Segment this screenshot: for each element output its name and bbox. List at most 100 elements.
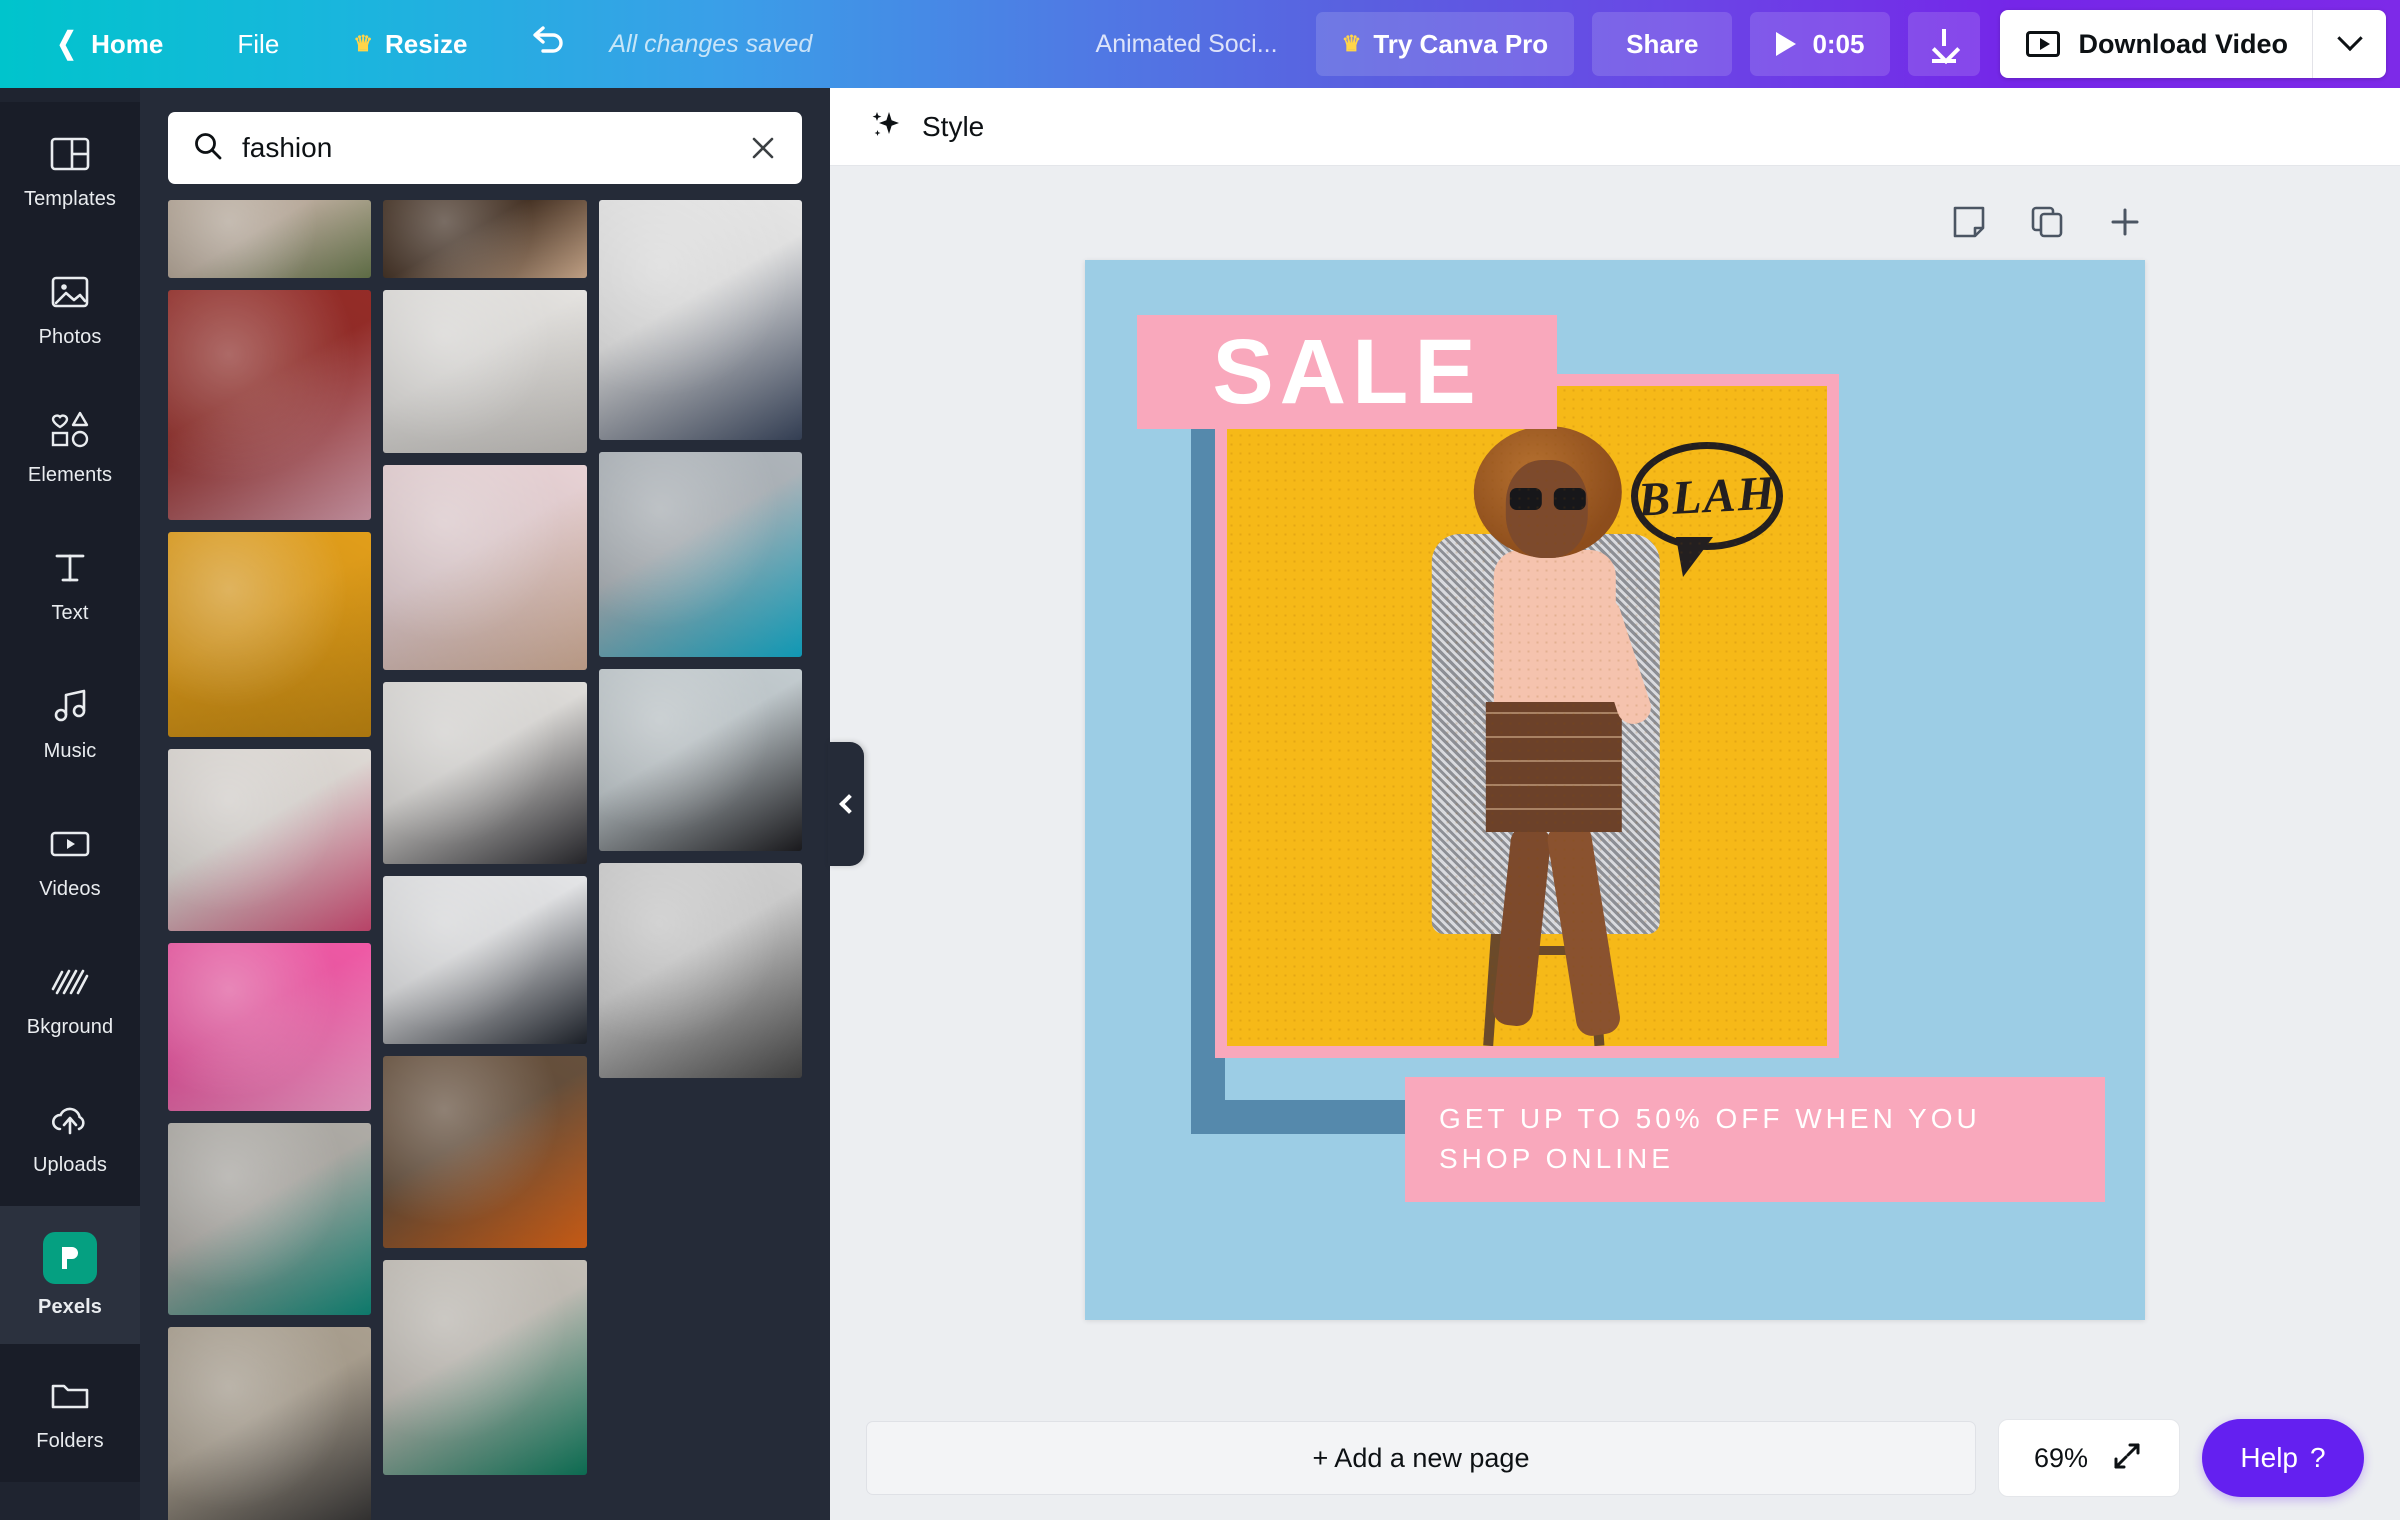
preview-play-button[interactable]: 0:05	[1750, 12, 1891, 76]
add-new-page-button[interactable]: + Add a new page	[866, 1421, 1976, 1495]
download-video-group: Download Video	[2000, 10, 2386, 78]
design-canvas[interactable]: BLAH SALE GET UP TO 50% OFF WHEN YOU SHO…	[1085, 260, 2145, 1320]
skirt-shape	[1485, 702, 1622, 832]
share-button[interactable]: Share	[1592, 12, 1733, 76]
music-icon	[48, 684, 92, 728]
canvas-area: BLAH SALE GET UP TO 50% OFF WHEN YOU SHO…	[830, 166, 2400, 1396]
photo-overlay	[168, 290, 372, 520]
sidebar-item-templates[interactable]: Templates	[0, 102, 140, 240]
expand-icon[interactable]	[2110, 1439, 2144, 1478]
sidebar-item-videos[interactable]: Videos	[0, 792, 140, 930]
pexels-icon	[43, 1231, 97, 1284]
photo-overlay	[168, 1123, 372, 1315]
bottom-bar: + Add a new page 69% Help ?	[830, 1396, 2400, 1520]
chevron-left-icon	[838, 794, 859, 814]
help-button[interactable]: Help ?	[2202, 1419, 2364, 1497]
photo-thumbnail[interactable]	[383, 290, 587, 453]
photo-thumbnail[interactable]	[168, 749, 372, 931]
sidebar-label: Folders	[36, 1429, 104, 1452]
promo-text: GET UP TO 50% OFF WHEN YOU SHOP ONLINE	[1439, 1102, 1981, 1175]
photo-overlay	[383, 876, 587, 1044]
style-button[interactable]: Style	[868, 106, 984, 147]
home-label: Home	[91, 28, 164, 59]
home-button[interactable]: ❮ Home	[34, 14, 183, 74]
sidebar-item-music[interactable]: Music	[0, 654, 140, 792]
search-area	[140, 88, 830, 200]
photo-thumbnail[interactable]	[168, 200, 372, 278]
sidebar-label: Uploads	[32, 1153, 108, 1176]
collapse-panel-button[interactable]	[828, 742, 864, 866]
photo-results-grid[interactable]	[140, 200, 830, 1520]
resize-button[interactable]: ♛ Resize	[333, 14, 487, 74]
sparkle-icon	[868, 106, 904, 147]
zoom-control[interactable]: 69%	[1998, 1419, 2180, 1497]
undo-button[interactable]	[515, 14, 583, 74]
sidebar-item-bkground[interactable]: Bkground	[0, 930, 140, 1068]
photo-thumbnail[interactable]	[383, 682, 587, 864]
file-menu-button[interactable]: File	[217, 14, 299, 74]
photo-thumbnail[interactable]	[168, 943, 372, 1111]
upload-cloud-icon	[48, 1098, 92, 1142]
download-icon-button[interactable]	[1908, 12, 1981, 76]
sidebar-item-pexels[interactable]: Pexels	[0, 1206, 140, 1344]
try-canva-pro-button[interactable]: ♛ Try Canva Pro	[1315, 12, 1575, 76]
sidebar-item-text[interactable]: Text	[0, 516, 140, 654]
photo-overlay	[383, 1260, 587, 1475]
speech-bubble[interactable]: BLAH	[1631, 442, 1783, 577]
search-icon	[192, 130, 224, 167]
search-input[interactable]	[242, 132, 728, 164]
file-label: File	[237, 28, 280, 59]
photo-thumbnail[interactable]	[383, 465, 587, 670]
download-options-dropdown[interactable]	[2312, 10, 2386, 78]
sidebar-item-elements[interactable]: Elements	[0, 378, 140, 516]
design-promo-banner[interactable]: GET UP TO 50% OFF WHEN YOU SHOP ONLINE	[1405, 1076, 2105, 1202]
sidebar-label: Pexels	[38, 1295, 102, 1318]
photo-column	[168, 200, 372, 1520]
sidebar-item-folders[interactable]: Folders	[0, 1344, 140, 1482]
background-icon	[48, 960, 92, 1004]
design-model-photo[interactable]: BLAH	[1227, 386, 1827, 1046]
add-page-label: + Add a new page	[1312, 1442, 1530, 1473]
play-icon	[1776, 32, 1797, 56]
save-status: All changes saved	[609, 29, 813, 58]
photo-thumbnail[interactable]	[383, 876, 587, 1044]
photo-thumbnail[interactable]	[383, 200, 587, 278]
photo-thumbnail[interactable]	[168, 1327, 372, 1520]
sidebar-item-uploads[interactable]: Uploads	[0, 1068, 140, 1206]
photo-thumbnail[interactable]	[383, 1056, 587, 1248]
crown-icon: ♛	[353, 31, 374, 56]
photo-overlay	[168, 943, 372, 1111]
copy-icon[interactable]	[2027, 202, 2067, 242]
search-box[interactable]	[168, 112, 802, 184]
chevron-left-icon: ❮	[56, 27, 77, 60]
photo-columns	[168, 200, 802, 1520]
design-sale-banner[interactable]: SALE	[1137, 315, 1557, 429]
sidebar-label: Videos	[39, 877, 101, 900]
download-video-label: Download Video	[2078, 28, 2288, 59]
sticky-note-icon[interactable]	[1949, 202, 1989, 242]
photo-overlay	[168, 200, 372, 278]
sunglasses-shape	[1509, 488, 1586, 510]
sidebar-item-photos[interactable]: Photos	[0, 240, 140, 378]
photo-thumbnail[interactable]	[598, 452, 802, 657]
photo-thumbnail[interactable]	[168, 532, 372, 737]
photo-thumbnail[interactable]	[168, 290, 372, 520]
undo-icon	[529, 23, 569, 66]
help-label: Help	[2240, 1442, 2298, 1473]
elements-icon	[48, 408, 92, 452]
photo-thumbnail[interactable]	[598, 863, 802, 1078]
plus-icon[interactable]	[2105, 202, 2145, 242]
document-title[interactable]: Animated Soci...	[1080, 30, 1294, 59]
photo-overlay	[168, 532, 372, 737]
top-toolbar: ❮ Home File ♛ Resize All changes saved A…	[0, 0, 2400, 88]
photo-thumbnail[interactable]	[598, 669, 802, 851]
photo-overlay	[598, 863, 802, 1078]
photo-thumbnail[interactable]	[598, 200, 802, 440]
photo-thumbnail[interactable]	[383, 1260, 587, 1475]
download-video-button[interactable]: Download Video	[2000, 10, 2312, 78]
share-label: Share	[1626, 28, 1699, 59]
close-icon[interactable]	[746, 131, 780, 165]
photo-column	[383, 200, 587, 1520]
photo-overlay	[168, 749, 372, 931]
photo-thumbnail[interactable]	[168, 1123, 372, 1315]
